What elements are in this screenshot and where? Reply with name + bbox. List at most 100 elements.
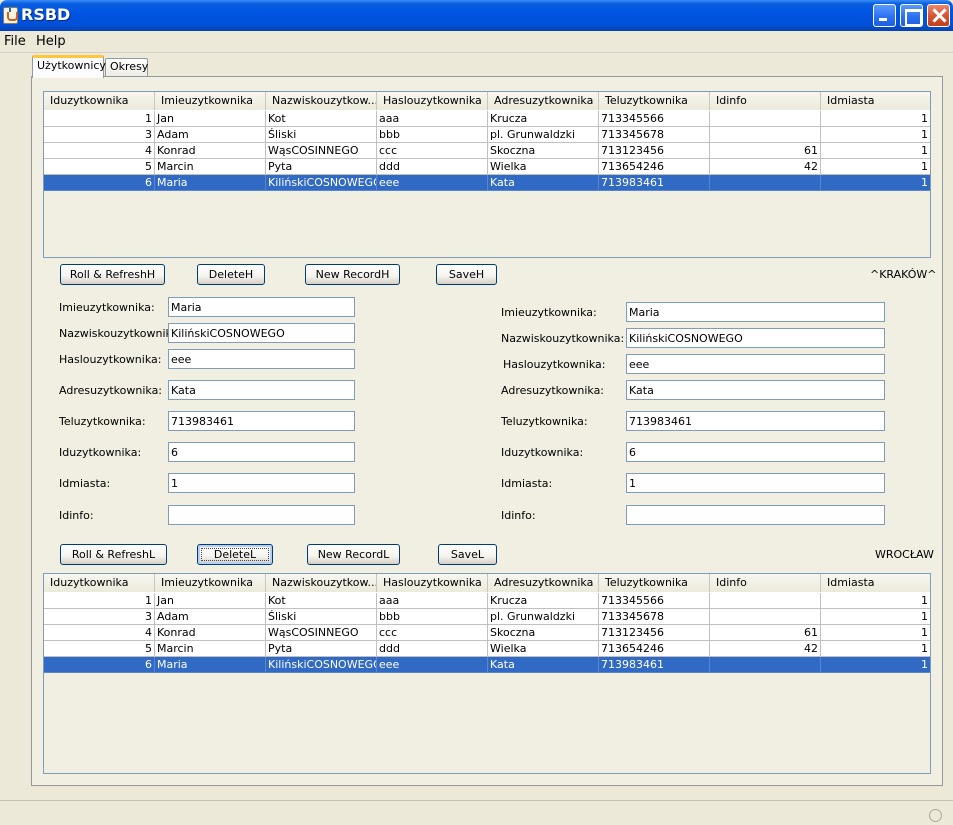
menu-file[interactable]: File <box>4 34 26 49</box>
table-row[interactable]: 6 Maria KilińskiCOSNOWEGO eee Kata 713983461 1 <box>44 657 930 673</box>
table-cell[interactable]: 1 <box>44 593 155 609</box>
table-cell[interactable]: 1 <box>821 111 930 127</box>
table-cell[interactable]: 713123456 <box>599 625 710 641</box>
right-idmiasta-field[interactable]: 1 <box>626 473 885 493</box>
table-cell[interactable]: 713654246 <box>599 641 710 657</box>
table-cell[interactable]: Jan <box>155 111 266 127</box>
table-cell[interactable]: 713345566 <box>599 593 710 609</box>
table-cell[interactable]: Wielka <box>488 159 599 175</box>
table-cell[interactable]: 4 <box>44 625 155 641</box>
table-cell[interactable]: 42 <box>710 159 821 175</box>
table-cell[interactable]: 1 <box>821 159 930 175</box>
table-cell[interactable]: WąsCOSINNEGO <box>266 143 377 159</box>
right-idinfo-field[interactable] <box>626 505 885 525</box>
table-cell[interactable]: eee <box>377 175 488 191</box>
table-cell[interactable]: 1 <box>821 143 930 159</box>
right-tel-field[interactable]: 713983461 <box>626 411 885 431</box>
table-row[interactable]: 5 Marcin Pyta ddd Wielka 713654246 42 1 <box>44 159 930 175</box>
column-header-0[interactable]: Iduzytkownika <box>44 92 155 110</box>
table-cell[interactable]: 713345678 <box>599 127 710 143</box>
table-cell[interactable]: WąsCOSINNEGO <box>266 625 377 641</box>
table-row[interactable]: 3 Adam Śliski bbb pl. Grunwaldzki 713345678 1 <box>44 127 930 143</box>
minimize-button[interactable] <box>873 4 896 27</box>
table-cell[interactable]: Kot <box>266 111 377 127</box>
column-header-1[interactable]: Imieuzytkownika <box>155 574 266 592</box>
table-cell[interactable]: 1 <box>821 175 930 191</box>
table-cell[interactable]: Maria <box>155 175 266 191</box>
column-header-0[interactable]: Iduzytkownika <box>44 574 155 592</box>
roll-refresh-h-button[interactable]: Roll & RefreshH <box>60 264 165 285</box>
table-cell[interactable]: Marcin <box>155 641 266 657</box>
table-cell[interactable]: Krucza <box>488 111 599 127</box>
table-cell[interactable]: 3 <box>44 127 155 143</box>
right-imie-field[interactable]: Maria <box>626 302 885 322</box>
resize-grip-icon[interactable] <box>929 809 942 822</box>
table-row[interactable]: 1 Jan Kot aaa Krucza 713345566 1 <box>44 111 930 127</box>
right-haslo-field[interactable]: eee <box>626 354 885 374</box>
left-tel-field[interactable]: 713983461 <box>168 411 355 431</box>
right-nazwisko-field[interactable]: KilińskiCOSNOWEGO <box>626 328 885 348</box>
users-table-l[interactable]: Iduzytkownika Imieuzytkownika Nazwiskouzyt… <box>43 573 931 774</box>
table-cell[interactable]: Adam <box>155 127 266 143</box>
table-cell[interactable]: Pyta <box>266 159 377 175</box>
table-cell[interactable]: Skoczna <box>488 143 599 159</box>
table-row[interactable]: 4 Konrad WąsCOSINNEGO ccc Skoczna 713123456 61… <box>44 143 930 159</box>
column-header-5[interactable]: Teluzytkownika <box>599 574 710 592</box>
close-button[interactable] <box>927 4 950 27</box>
table-cell[interactable]: 6 <box>44 657 155 673</box>
table-cell[interactable]: 5 <box>44 159 155 175</box>
table-cell[interactable]: Jan <box>155 593 266 609</box>
column-header-6[interactable]: Idinfo <box>710 92 821 110</box>
table-cell[interactable]: eee <box>377 657 488 673</box>
maximize-button[interactable] <box>900 4 923 27</box>
column-header-6[interactable]: Idinfo <box>710 574 821 592</box>
table-cell[interactable]: 713983461 <box>599 657 710 673</box>
table-cell[interactable]: 3 <box>44 609 155 625</box>
table-cell[interactable] <box>710 609 821 625</box>
table-row[interactable]: 4 Konrad WąsCOSINNEGO ccc Skoczna 713123456 61… <box>44 625 930 641</box>
table-cell[interactable] <box>710 657 821 673</box>
table-cell[interactable]: 713983461 <box>599 175 710 191</box>
table-cell[interactable]: 61 <box>710 143 821 159</box>
table-cell[interactable]: Krucza <box>488 593 599 609</box>
table-cell[interactable]: ccc <box>377 625 488 641</box>
table-row[interactable]: 3 Adam Śliski bbb pl. Grunwaldzki 713345678 1 <box>44 609 930 625</box>
table-cell[interactable]: 42 <box>710 641 821 657</box>
table-cell[interactable]: Kot <box>266 593 377 609</box>
tab-uzytkownicy[interactable]: Użytkownicy <box>32 55 106 78</box>
menu-help[interactable]: Help <box>36 34 66 49</box>
table-row[interactable]: 5 Marcin Pyta ddd Wielka 713654246 42 1 <box>44 641 930 657</box>
table-cell[interactable]: Wielka <box>488 641 599 657</box>
table-cell[interactable]: ccc <box>377 143 488 159</box>
table-cell[interactable]: pl. Grunwaldzki <box>488 127 599 143</box>
table-cell[interactable]: 4 <box>44 143 155 159</box>
table-cell[interactable]: ddd <box>377 159 488 175</box>
table-cell[interactable]: 61 <box>710 625 821 641</box>
column-header-3[interactable]: Haslouzytkownika <box>377 92 488 110</box>
table-cell[interactable]: ddd <box>377 641 488 657</box>
delete-l-button[interactable]: DeleteL <box>197 544 273 565</box>
tab-okresy[interactable]: Okresy <box>105 58 148 77</box>
roll-refresh-l-button[interactable]: Roll & RefreshL <box>60 544 167 565</box>
table-cell[interactable]: 5 <box>44 641 155 657</box>
column-header-3[interactable]: Haslouzytkownika <box>377 574 488 592</box>
table-cell[interactable]: 713123456 <box>599 143 710 159</box>
left-nazwisko-field[interactable]: KilińskiCOSNOWEGO <box>168 323 355 343</box>
table-cell[interactable]: 713345678 <box>599 609 710 625</box>
table-cell[interactable] <box>710 593 821 609</box>
table-cell[interactable]: KilińskiCOSNOWEGO <box>266 175 377 191</box>
save-h-button[interactable]: SaveH <box>436 264 497 285</box>
left-idinfo-field[interactable] <box>168 505 355 525</box>
table-cell[interactable] <box>710 127 821 143</box>
column-header-4[interactable]: Adresuzytkownika <box>488 574 599 592</box>
new-record-l-button[interactable]: New RecordL <box>307 544 400 565</box>
column-header-1[interactable]: Imieuzytkownika <box>155 92 266 110</box>
left-haslo-field[interactable]: eee <box>168 349 355 369</box>
table-cell[interactable]: Konrad <box>155 625 266 641</box>
table-cell[interactable]: 713654246 <box>599 159 710 175</box>
column-header-5[interactable]: Teluzytkownika <box>599 92 710 110</box>
table-cell[interactable]: Śliski <box>266 609 377 625</box>
column-header-2[interactable]: Nazwiskouzytkow... <box>266 574 377 592</box>
table-cell[interactable]: aaa <box>377 593 488 609</box>
table-cell[interactable]: Konrad <box>155 143 266 159</box>
